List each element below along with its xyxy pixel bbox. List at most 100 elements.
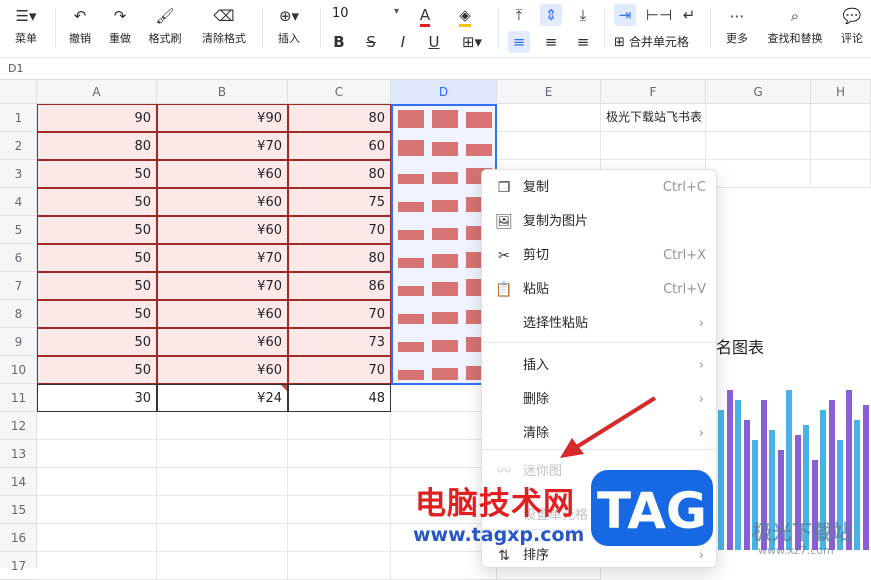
context-menu-item[interactable]: 删除 ›: [482, 383, 716, 417]
cell[interactable]: ¥60: [157, 356, 288, 384]
cell[interactable]: [37, 496, 157, 524]
cell[interactable]: [157, 524, 288, 552]
row-header-4[interactable]: 4: [0, 188, 37, 216]
cell[interactable]: 50: [37, 216, 157, 244]
cell[interactable]: 80: [288, 244, 391, 272]
italic-button[interactable]: I: [392, 31, 414, 53]
border-button[interactable]: ⊞▾: [456, 31, 488, 53]
cell[interactable]: ¥24: [157, 384, 288, 412]
cell[interactable]: 73: [288, 328, 391, 356]
cell[interactable]: [157, 440, 288, 468]
cell[interactable]: [706, 104, 811, 132]
fill-color-button[interactable]: ◈: [454, 4, 476, 27]
column-header-d[interactable]: D: [391, 80, 497, 104]
align-right-button[interactable]: ≡: [572, 31, 594, 53]
align-center-button[interactable]: ≡: [540, 31, 562, 53]
context-menu-item[interactable]: 选择性粘贴 ›: [482, 307, 716, 341]
cell[interactable]: ¥90: [157, 104, 288, 132]
context-menu-item[interactable]: 插入 ›: [482, 349, 716, 383]
cell[interactable]: [811, 160, 871, 188]
cell[interactable]: ¥70: [157, 272, 288, 300]
row-header-9[interactable]: 9: [0, 328, 37, 356]
column-header-a[interactable]: A: [37, 80, 157, 104]
row-header-5[interactable]: 5: [0, 216, 37, 244]
cell[interactable]: 30: [37, 384, 157, 412]
cell[interactable]: [37, 440, 157, 468]
cell[interactable]: [157, 412, 288, 440]
cell[interactable]: 80: [288, 104, 391, 132]
cell[interactable]: 75: [288, 188, 391, 216]
cell[interactable]: ¥60: [157, 216, 288, 244]
cell[interactable]: 80: [288, 160, 391, 188]
row-header-15[interactable]: 15: [0, 496, 37, 524]
name-box[interactable]: D1: [0, 58, 871, 80]
context-menu-item[interactable]: ✂ 剪切 Ctrl+X: [482, 239, 716, 273]
insert-button[interactable]: ⊕▾ 插入: [270, 6, 308, 46]
cell[interactable]: 70: [288, 356, 391, 384]
row-header-1[interactable]: 1: [0, 104, 37, 132]
row-header-13[interactable]: 13: [0, 440, 37, 468]
row-header-2[interactable]: 2: [0, 132, 37, 160]
cell[interactable]: [497, 132, 601, 160]
cell[interactable]: 48: [288, 384, 391, 412]
cell[interactable]: [288, 552, 391, 580]
strikethrough-button[interactable]: S: [360, 31, 382, 53]
cell[interactable]: 50: [37, 328, 157, 356]
cell[interactable]: 90: [37, 104, 157, 132]
row-header-8[interactable]: 8: [0, 300, 37, 328]
align-bottom-button[interactable]: ⤓: [572, 4, 594, 26]
row-header-12[interactable]: 12: [0, 412, 37, 440]
column-header-e[interactable]: E: [497, 80, 601, 104]
underline-button[interactable]: U: [423, 31, 445, 53]
cell[interactable]: [288, 468, 391, 496]
clear-format-button[interactable]: ⌫ 清除格式: [198, 6, 250, 46]
cell[interactable]: 50: [37, 272, 157, 300]
cell[interactable]: [288, 440, 391, 468]
column-header-b[interactable]: B: [157, 80, 288, 104]
align-top-button[interactable]: ⤒: [508, 4, 530, 26]
cell[interactable]: [601, 132, 706, 160]
cell[interactable]: 86: [288, 272, 391, 300]
find-replace-button[interactable]: ⌕ 查找和替换: [762, 6, 828, 46]
cell[interactable]: 80: [37, 132, 157, 160]
column-header-g[interactable]: G: [706, 80, 811, 104]
menu-button[interactable]: ☰▾ 菜单: [8, 6, 44, 46]
context-menu-item[interactable]: ❐ 复制 Ctrl+C: [482, 171, 716, 205]
row-header-3[interactable]: 3: [0, 160, 37, 188]
row-header-14[interactable]: 14: [0, 468, 37, 496]
cell[interactable]: [288, 496, 391, 524]
cell[interactable]: [706, 132, 811, 160]
wrap-button[interactable]: ↵: [678, 4, 700, 26]
row-header-16[interactable]: 16: [0, 524, 37, 552]
align-middle-button[interactable]: ⇕: [540, 4, 562, 26]
cell[interactable]: 极光下载站飞书表: [601, 104, 706, 132]
context-menu-item[interactable]: 📋 粘贴 Ctrl+V: [482, 273, 716, 307]
cell[interactable]: 50: [37, 244, 157, 272]
cell[interactable]: 70: [288, 216, 391, 244]
cell[interactable]: ¥60: [157, 188, 288, 216]
column-header-f[interactable]: F: [601, 80, 706, 104]
cell[interactable]: 50: [37, 160, 157, 188]
cell[interactable]: [288, 412, 391, 440]
cell[interactable]: [811, 104, 871, 132]
align-left-button[interactable]: ≡: [508, 31, 530, 53]
cell[interactable]: ¥60: [157, 328, 288, 356]
format-painter-button[interactable]: 🖌 格式刷: [144, 6, 186, 46]
row-header-10[interactable]: 10: [0, 356, 37, 384]
font-size-select[interactable]: 10 ▾: [332, 6, 399, 21]
cell[interactable]: [706, 160, 811, 188]
overflow-button[interactable]: ⇥: [614, 4, 636, 26]
cell[interactable]: 50: [37, 188, 157, 216]
clip-button[interactable]: ⊢⊣: [646, 4, 672, 26]
cell[interactable]: 50: [37, 300, 157, 328]
cell[interactable]: [157, 468, 288, 496]
cell[interactable]: [288, 524, 391, 552]
redo-button[interactable]: ↷ 重做: [104, 6, 136, 46]
context-menu-item[interactable]: 清除 ›: [482, 417, 716, 451]
cell[interactable]: 70: [288, 300, 391, 328]
cell[interactable]: [157, 496, 288, 524]
cell[interactable]: [37, 468, 157, 496]
cell[interactable]: ¥70: [157, 244, 288, 272]
row-header-6[interactable]: 6: [0, 244, 37, 272]
undo-button[interactable]: ↶ 撤销: [64, 6, 96, 46]
